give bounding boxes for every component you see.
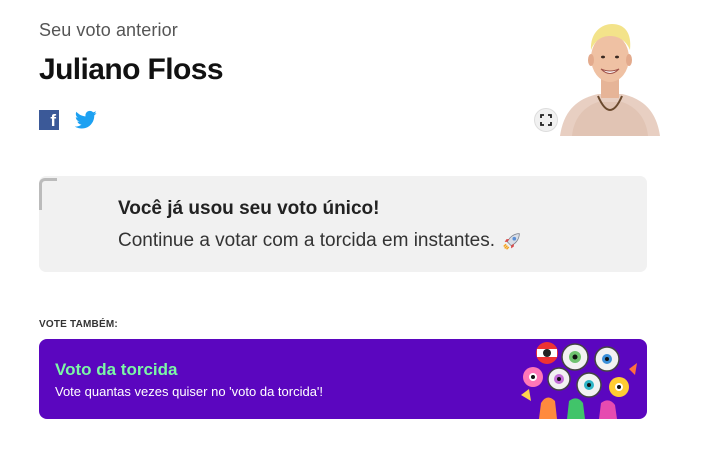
notice-text-row: Continue a votar com a torcida em instan… — [118, 230, 523, 252]
banner-title: Voto da torcida — [55, 360, 178, 379]
previous-vote-label: Seu voto anterior — [39, 20, 178, 40]
expand-photo-button[interactable] — [534, 108, 558, 132]
previous-vote-section: Seu voto anterior Juliano Floss f — [39, 20, 662, 138]
vote-used-notice: Você já usou seu voto único! Continue a … — [39, 176, 647, 272]
facebook-icon[interactable]: f — [39, 110, 59, 130]
rocket-icon — [503, 233, 520, 250]
notice-text: Continue a votar com a torcida em instan… — [118, 230, 496, 251]
banner-subtitle: Vote quantas vezes quiser no 'voto da to… — [55, 384, 324, 399]
twitter-icon[interactable] — [75, 110, 97, 130]
vote-also-label: VOTE TAMBÉM: — [39, 319, 118, 330]
candidate-photo — [558, 20, 662, 136]
expand-icon — [540, 114, 552, 126]
share-buttons: f — [39, 110, 97, 130]
notice-title: Você já usou seu voto único! — [118, 198, 380, 219]
candidate-name: Juliano Floss — [39, 53, 224, 86]
crowd-vote-banner[interactable]: Voto da torcida Vote quantas vezes quise… — [39, 339, 647, 419]
eye-characters-illustration — [521, 342, 637, 419]
facebook-glyph: f — [50, 111, 56, 130]
corner-accent — [39, 178, 57, 210]
